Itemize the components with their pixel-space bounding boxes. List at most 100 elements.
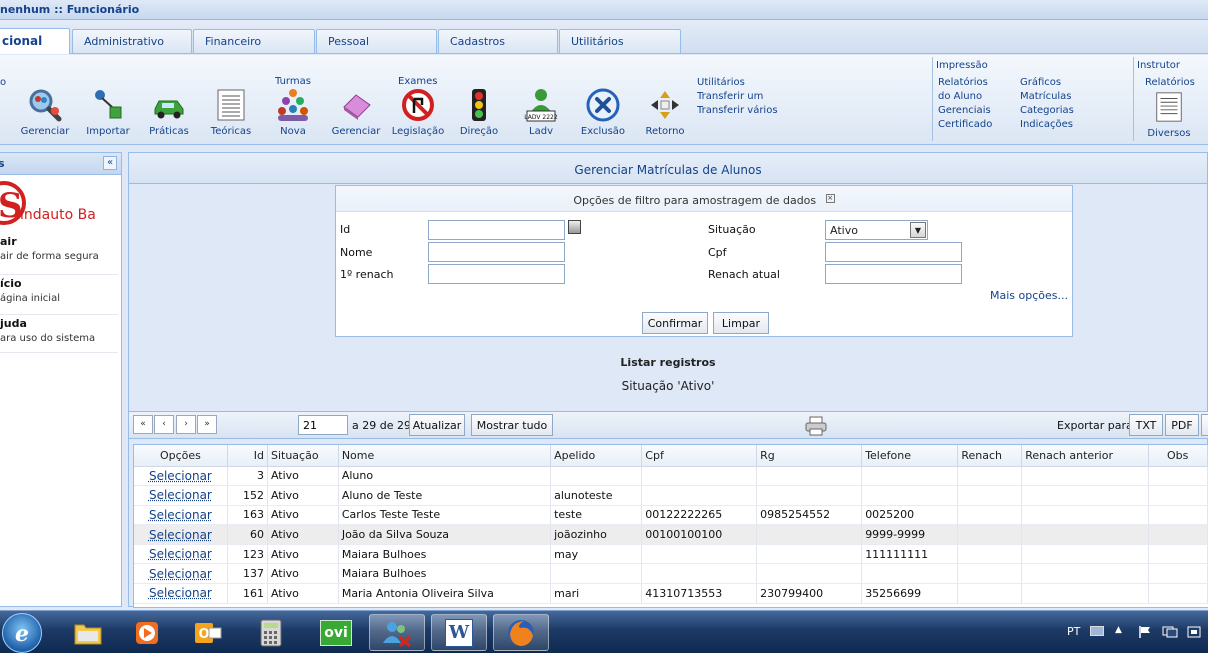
column-header-renach[interactable]: Renach — [957, 445, 1023, 467]
media-player-taskbar-button[interactable] — [119, 614, 175, 651]
praticas-button[interactable]: Práticas — [145, 87, 193, 137]
table-row[interactable]: Selecionar 123 Ativo Maiara Bulhoes may … — [134, 544, 1208, 565]
next-page-button[interactable]: › — [176, 415, 196, 434]
id-field[interactable] — [428, 220, 565, 240]
select-link[interactable]: Selecionar — [149, 508, 212, 522]
table-row[interactable]: Selecionar 60 Ativo João da Silva Souza … — [134, 524, 1208, 545]
column-header-nome[interactable]: Nome — [338, 445, 552, 467]
cpf-field[interactable] — [825, 242, 962, 262]
tab-utilitarios[interactable]: Utilitários — [559, 29, 681, 53]
select-link[interactable]: Selecionar — [149, 547, 212, 561]
transferir-varios-link[interactable]: Transferir vários — [697, 105, 778, 116]
volume-icon[interactable] — [1186, 625, 1202, 642]
matriculas-link[interactable]: Matrículas — [1020, 91, 1072, 102]
toolbar-separator — [932, 57, 933, 141]
action-center-flag-icon[interactable] — [1138, 625, 1152, 642]
start-button[interactable]: e — [2, 613, 42, 653]
keyboard-icon[interactable] — [1090, 626, 1104, 636]
firefox-taskbar-button[interactable] — [493, 614, 549, 651]
first-page-button[interactable]: « — [133, 415, 153, 434]
word-taskbar-button[interactable]: W — [431, 614, 487, 651]
direcao-button[interactable]: Direção — [455, 87, 503, 137]
transferir-um-link[interactable]: Transferir um — [697, 91, 763, 102]
table-row[interactable]: Selecionar 161 Ativo Maria Antonia Olive… — [134, 583, 1208, 604]
situacao-select[interactable]: Ativo ▼ — [825, 220, 928, 240]
ladv-button[interactable]: LADV 2222 Ladv — [517, 87, 565, 137]
mais-opcoes-link[interactable]: Mais opções... — [990, 289, 1068, 302]
graficos-link[interactable]: Gráficos — [1020, 77, 1061, 88]
indicacoes-link[interactable]: Indicações — [1020, 119, 1073, 130]
relatorios-link[interactable]: Relatórios — [938, 77, 988, 88]
confirm-button[interactable]: Confirmar — [642, 312, 708, 334]
select-link[interactable]: Selecionar — [149, 469, 212, 483]
column-header-cpf[interactable]: Cpf — [641, 445, 758, 467]
nav-ajuda[interactable]: juda ara uso do sistema — [0, 315, 118, 353]
explorer-taskbar-button[interactable] — [60, 614, 116, 651]
renach1-field[interactable] — [428, 264, 565, 284]
tab-pessoal[interactable]: Pessoal — [316, 29, 437, 53]
clear-button[interactable]: Limpar — [713, 312, 769, 334]
ribbon-toolbar: o Gerenciar Importar Práticas Teóricas T… — [0, 55, 1208, 145]
calendar-icon[interactable] — [568, 220, 581, 234]
export-more-button[interactable] — [1201, 414, 1208, 436]
column-header-renach-anterior[interactable]: Renach anterior — [1021, 445, 1149, 467]
select-link[interactable]: Selecionar — [149, 586, 212, 600]
tab-financeiro[interactable]: Financeiro — [193, 29, 315, 53]
column-header-id[interactable]: Id — [227, 445, 268, 467]
network-icon[interactable] — [1162, 625, 1178, 642]
retorno-button[interactable]: Retorno — [641, 87, 689, 137]
ovi-taskbar-button[interactable]: ovi — [308, 614, 364, 651]
column-header-telefone[interactable]: Telefone — [861, 445, 959, 467]
instrutor-relatorios-link[interactable]: Relatórios — [1145, 77, 1195, 88]
column-header-rg[interactable]: Rg — [756, 445, 863, 467]
tab-operacional[interactable]: cional — [0, 28, 70, 54]
do-aluno-link[interactable]: do Aluno — [938, 91, 982, 102]
renach-atual-field[interactable] — [825, 264, 962, 284]
select-link[interactable]: Selecionar — [149, 567, 212, 581]
teoricas-button[interactable]: Teóricas — [207, 87, 255, 137]
close-filter-icon[interactable]: × — [825, 194, 835, 203]
nova-turma-button[interactable]: Nova — [269, 87, 317, 137]
tab-cadastros[interactable]: Cadastros — [438, 29, 558, 53]
prev-page-button[interactable]: ‹ — [154, 415, 174, 434]
last-page-button[interactable]: » — [197, 415, 217, 434]
column-header-apelido[interactable]: Apelido — [550, 445, 643, 467]
network-users-taskbar-button[interactable] — [369, 614, 425, 651]
collapse-panel-button[interactable]: « — [103, 156, 117, 170]
table-row[interactable]: Selecionar 152 Ativo Aluno de Teste alun… — [134, 485, 1208, 506]
select-link[interactable]: Selecionar — [149, 488, 212, 502]
importar-button[interactable]: Importar — [84, 87, 132, 137]
export-txt-button[interactable]: TXT — [1129, 414, 1163, 436]
export-pdf-button[interactable]: PDF — [1165, 414, 1199, 436]
show-hidden-icons-icon[interactable]: ▲ — [1115, 625, 1122, 635]
calculator-taskbar-button[interactable] — [243, 614, 299, 651]
table-row[interactable]: Selecionar 3 Ativo Aluno — [134, 466, 1208, 487]
column-header-opcoes[interactable]: Opções — [134, 445, 228, 467]
gerenciar-turmas-button[interactable]: Gerenciar — [330, 87, 382, 137]
word-icon: W — [445, 618, 473, 647]
table-row[interactable]: Selecionar 163 Ativo Carlos Teste Teste … — [134, 505, 1208, 526]
legislacao-button[interactable]: Legislação — [390, 87, 446, 137]
tab-administrativo[interactable]: Administrativo — [72, 29, 192, 53]
show-all-button[interactable]: Mostrar tudo — [471, 414, 553, 436]
table-row[interactable]: Selecionar 137 Ativo Maiara Bulhoes — [134, 563, 1208, 585]
nome-field[interactable] — [428, 242, 565, 262]
gerenciais-link[interactable]: Gerenciais — [938, 105, 991, 116]
nav-sair[interactable]: air air de forma segura — [0, 235, 118, 275]
diversos-button[interactable]: Diversos — [1145, 89, 1193, 139]
exclusao-button[interactable]: Exclusão — [579, 87, 627, 137]
column-header-situacao[interactable]: Situação — [267, 445, 339, 467]
certificado-link[interactable]: Certificado — [938, 119, 992, 130]
instrutor-title: Instrutor — [1137, 60, 1181, 71]
page-number-input[interactable] — [298, 415, 348, 435]
gerenciar-alunos-button[interactable]: Gerenciar — [20, 87, 70, 137]
select-link[interactable]: Selecionar — [149, 528, 212, 542]
dropdown-arrow-icon[interactable]: ▼ — [910, 222, 926, 238]
update-button[interactable]: Atualizar — [409, 414, 465, 436]
printer-icon[interactable] — [805, 416, 827, 439]
categorias-link[interactable]: Categorias — [1020, 105, 1074, 116]
column-header-obs[interactable]: Obs — [1148, 445, 1208, 467]
language-indicator[interactable]: PT — [1067, 625, 1080, 638]
outlook-taskbar-button[interactable]: O — [180, 614, 236, 651]
nav-inicio[interactable]: ício ágina inicial — [0, 275, 118, 315]
